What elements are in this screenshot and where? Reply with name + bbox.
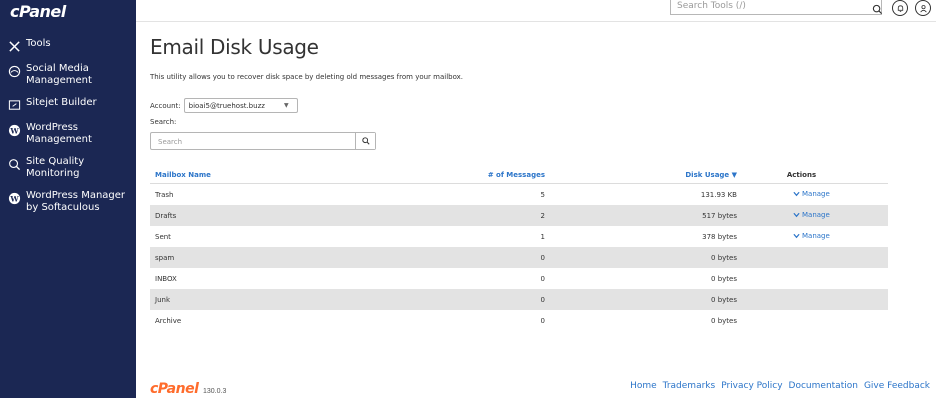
message-count: 0 [540, 295, 545, 304]
table-row: Archive 0 0 bytes [150, 310, 888, 331]
mailbox-name: Trash [155, 190, 174, 199]
sidebar-item-label: WordPress Manager by Softaculous [26, 190, 126, 213]
table-row: Sent 1 378 bytes Manage [150, 226, 888, 247]
notifications-button[interactable] [892, 0, 908, 16]
table-row: Junk 0 0 bytes [150, 289, 888, 310]
search-tools-placeholder: Search Tools (/) [677, 1, 746, 11]
social-media-icon [7, 64, 21, 78]
actions-cell: Manage [739, 232, 888, 241]
svg-text:W: W [9, 194, 19, 203]
page-title: Email Disk Usage [150, 35, 319, 59]
search-icon[interactable] [872, 2, 883, 15]
footer-link-trademarks[interactable]: Trademarks [663, 381, 716, 391]
sidebar-item-label: Sitejet Builder [26, 97, 97, 108]
main-content: Email Disk Usage This utility allows you… [136, 22, 936, 398]
wordpress-icon: W [7, 191, 21, 205]
sidebar: cPanel Tools Social Media Management Sit… [0, 0, 136, 398]
sidebar-item-label: Site Quality Monitoring [26, 156, 85, 179]
mailbox-search: Search [150, 132, 376, 150]
account-label: Account: [150, 101, 181, 110]
disk-usage: 517 bytes [702, 211, 737, 220]
footer-version: 130.0.3 [203, 388, 227, 395]
footer-links: Home Trademarks Privacy Policy Documenta… [624, 381, 930, 391]
table-header: Mailbox Name # of Messages Disk Usage ▼ … [150, 166, 888, 184]
mailbox-name: Junk [155, 295, 170, 304]
sidebar-item-social-media[interactable]: Social Media Management [0, 63, 136, 87]
column-header-actions: Actions [786, 170, 817, 179]
search-input[interactable]: Search [151, 133, 355, 149]
disk-usage: 0 bytes [711, 316, 737, 325]
user-icon [919, 4, 927, 12]
disk-usage: 378 bytes [702, 232, 737, 241]
table-row: spam 0 0 bytes [150, 247, 888, 268]
sidebar-item-label: Tools [26, 38, 51, 49]
search-tools-input[interactable]: Search Tools (/) [670, 0, 882, 15]
page-description: This utility allows you to recover disk … [150, 73, 464, 81]
search-icon [361, 137, 370, 145]
search-button[interactable] [355, 133, 375, 149]
disk-usage: 0 bytes [711, 253, 737, 262]
sidebar-item-site-quality[interactable]: Site Quality Monitoring [0, 156, 136, 180]
sidebar-item-tools[interactable]: Tools [0, 38, 136, 53]
mailbox-name: Archive [155, 316, 182, 325]
message-count: 2 [540, 211, 545, 220]
footer-link-privacy-policy[interactable]: Privacy Policy [721, 381, 782, 391]
cpanel-logo[interactable]: cPanel [10, 2, 66, 22]
message-count: 0 [540, 274, 545, 283]
disk-usage: 0 bytes [711, 295, 737, 304]
mailbox-name: Drafts [155, 211, 177, 220]
mailbox-name: spam [155, 253, 175, 262]
manage-link-label: Manage [802, 211, 830, 219]
message-count: 0 [540, 316, 545, 325]
sitejet-icon [7, 98, 21, 112]
mailbox-name: INBOX [155, 274, 177, 283]
table-row: Trash 5 131.93 KB Manage [150, 184, 888, 205]
footer-link-documentation[interactable]: Documentation [789, 381, 858, 391]
svg-text:W: W [9, 126, 19, 135]
manage-link[interactable]: Manage [793, 190, 830, 198]
bell-icon [897, 4, 903, 12]
actions-cell: Manage [739, 190, 888, 199]
wordpress-icon: W [7, 123, 21, 137]
disk-usage: 131.93 KB [700, 190, 737, 199]
manage-link[interactable]: Manage [793, 232, 830, 240]
sidebar-item-label: WordPress Management [26, 122, 92, 145]
column-header-messages[interactable]: # of Messages [350, 171, 547, 179]
footer-link-give-feedback[interactable]: Give Feedback [864, 381, 930, 391]
table-row: INBOX 0 0 bytes [150, 268, 888, 289]
disk-usage: 0 bytes [711, 274, 737, 283]
account-select-value: bioai5@truehost.buzz [188, 102, 265, 110]
sidebar-item-wordpress-management[interactable]: W WordPress Management [0, 122, 136, 146]
manage-link-label: Manage [802, 232, 830, 240]
chevron-down-icon [793, 191, 800, 197]
search-label: Search: [150, 118, 177, 126]
sidebar-item-label: Social Media Management [26, 63, 92, 86]
table-row: Drafts 2 517 bytes Manage [150, 205, 888, 226]
sidebar-nav: Tools Social Media Management Sitejet Bu… [0, 38, 136, 224]
account-row: Account: bioai5@truehost.buzz ▼ [150, 98, 298, 113]
column-header-mailbox-name[interactable]: Mailbox Name [150, 171, 350, 179]
manage-link-label: Manage [802, 190, 830, 198]
site-quality-icon [7, 157, 21, 171]
mailbox-name: Sent [155, 232, 171, 241]
mailbox-table: Mailbox Name # of Messages Disk Usage ▼ … [150, 166, 888, 331]
column-header-disk-usage[interactable]: Disk Usage ▼ [547, 171, 739, 179]
actions-cell: Manage [739, 211, 888, 220]
account-select[interactable]: bioai5@truehost.buzz ▼ [183, 98, 298, 113]
message-count: 5 [540, 190, 545, 199]
user-menu-button[interactable] [915, 0, 931, 16]
footer-cpanel-logo: cPanel [150, 381, 199, 397]
message-count: 0 [540, 253, 545, 262]
top-bar: Search Tools (/) [136, 0, 936, 22]
chevron-down-icon [793, 233, 800, 239]
footer-link-home[interactable]: Home [630, 381, 657, 391]
manage-link[interactable]: Manage [793, 211, 830, 219]
sidebar-item-sitejet[interactable]: Sitejet Builder [0, 97, 136, 112]
tools-icon [7, 39, 21, 53]
sidebar-item-wordpress-manager[interactable]: W WordPress Manager by Softaculous [0, 190, 136, 214]
message-count: 1 [540, 232, 545, 241]
chevron-down-icon: ▼ [284, 102, 289, 109]
chevron-down-icon [793, 212, 800, 218]
